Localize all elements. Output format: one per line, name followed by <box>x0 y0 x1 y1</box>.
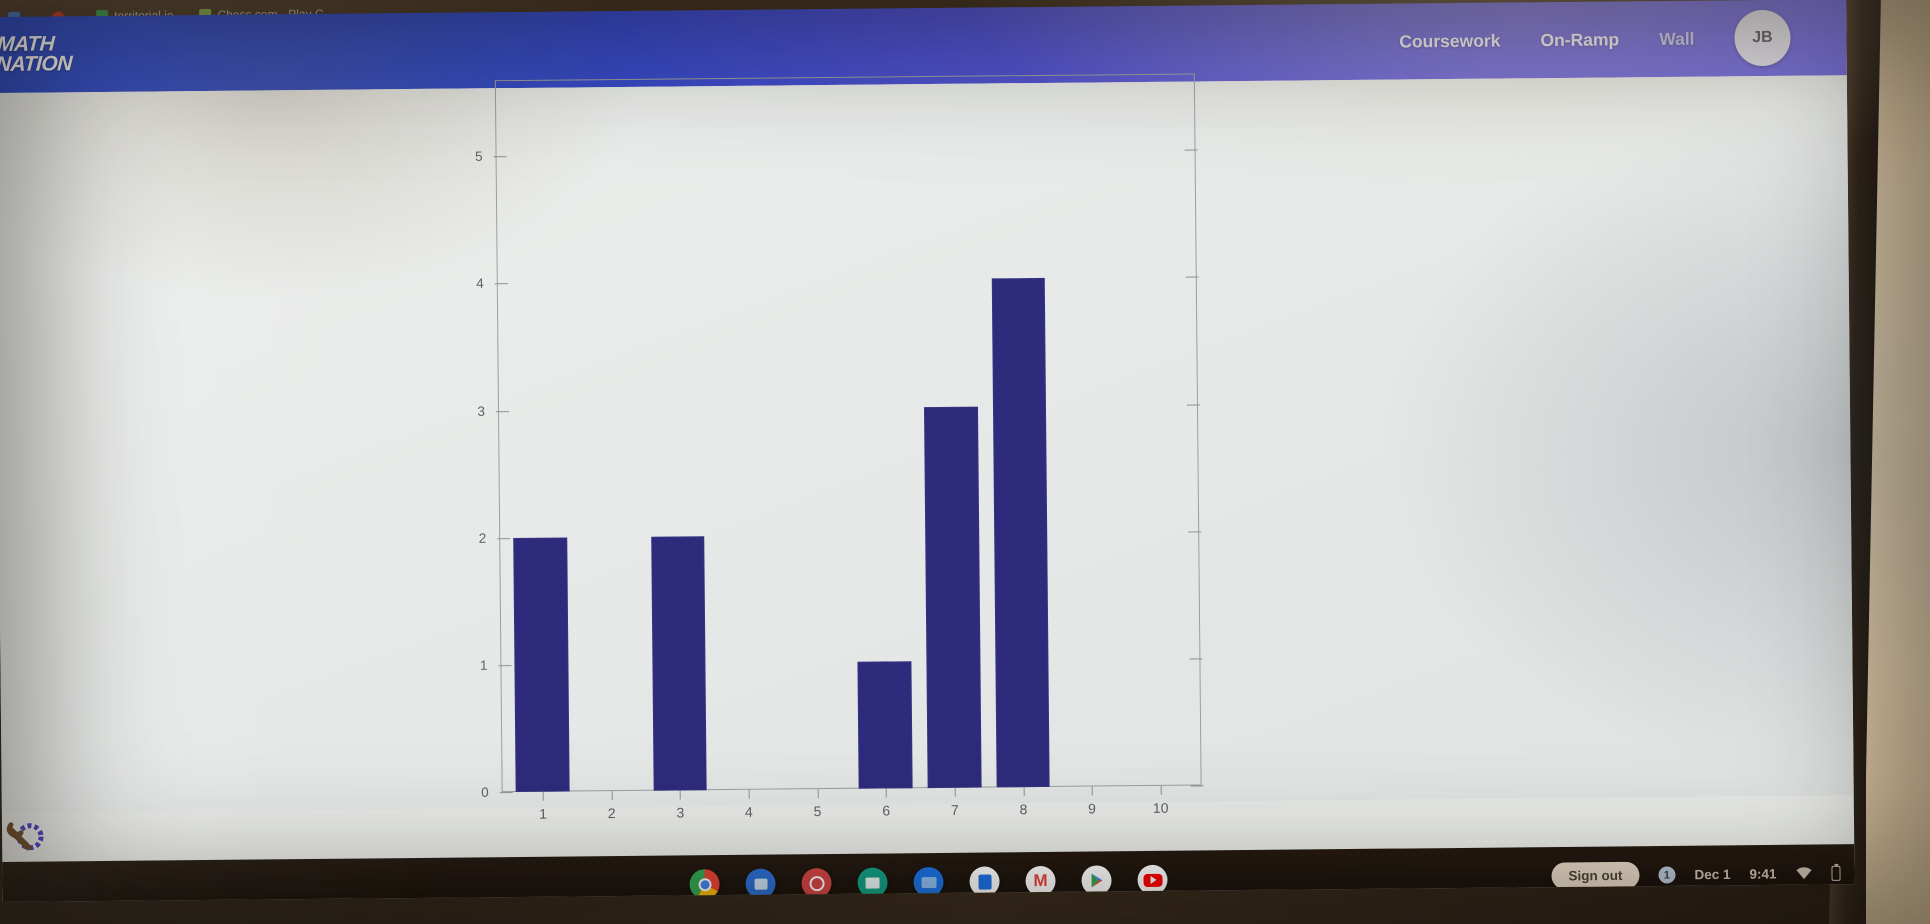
y-axis-label: 3 <box>477 403 486 419</box>
histogram-bar <box>924 406 982 789</box>
x-axis-label: 4 <box>744 803 753 820</box>
logo-line-2: NATION <box>0 52 73 76</box>
laptop-screen: territorial.io Chess.com - Play C... All… <box>0 0 1855 902</box>
x-axis-label: 5 <box>813 803 822 820</box>
x-axis-label: 2 <box>607 805 616 822</box>
youtube-icon[interactable] <box>1137 864 1168 896</box>
y-axis-tick-right <box>1189 658 1203 660</box>
shelf-date[interactable]: Dec 1 <box>1694 867 1730 882</box>
histogram-bar <box>650 535 707 791</box>
y-axis-tick-right <box>1186 404 1200 406</box>
x-axis-tick <box>1091 786 1093 796</box>
avatar[interactable]: JB <box>1734 9 1791 67</box>
x-axis-tick <box>1023 787 1025 797</box>
histogram-bar <box>513 537 570 793</box>
histogram-bar <box>857 661 913 789</box>
x-axis-label: 10 <box>1152 799 1169 816</box>
clock-icon[interactable] <box>801 868 832 899</box>
y-axis-tick-right <box>1184 149 1198 151</box>
x-axis-tick <box>748 789 750 799</box>
y-axis-tick <box>493 156 507 158</box>
y-axis-label: 5 <box>474 149 483 165</box>
y-axis-tick-right <box>1190 785 1204 787</box>
y-axis-label: 4 <box>476 276 484 292</box>
math-nation-logo[interactable]: MATH NATION <box>0 33 74 76</box>
histogram-chart: 0 1 2 3 4 5 1 2 3 4 5 6 7 8 9 10 <box>475 73 1204 822</box>
x-axis-tick <box>817 789 819 799</box>
x-axis-tick <box>885 788 888 798</box>
chrome-icon[interactable] <box>689 869 720 900</box>
x-axis-tick <box>680 790 682 800</box>
x-axis-tick <box>954 787 956 797</box>
y-axis-tick-right <box>1185 276 1199 278</box>
x-axis-tick <box>542 791 544 801</box>
y-axis-tick <box>496 410 510 412</box>
y-axis-label: 2 <box>478 530 487 546</box>
y-axis-tick <box>498 664 512 667</box>
system-tray: Sign out 1 Dec 1 9:41 <box>1551 860 1841 890</box>
drive-icon[interactable] <box>913 866 944 898</box>
y-axis-label: 0 <box>481 784 489 800</box>
battery-icon[interactable] <box>1831 865 1841 881</box>
files-icon[interactable] <box>745 868 776 899</box>
y-axis-tick <box>499 792 513 794</box>
lesson-page: 01234512345678910 Which of the following… <box>0 73 1854 851</box>
x-axis-label: 1 <box>539 805 548 822</box>
sign-out-button[interactable]: Sign out <box>1551 861 1640 890</box>
x-axis-label: 8 <box>1019 801 1028 818</box>
x-axis-tick <box>611 791 613 801</box>
shelf-time[interactable]: 9:41 <box>1749 866 1776 881</box>
x-axis-label: 3 <box>676 804 685 821</box>
notification-badge[interactable]: 1 <box>1658 866 1676 884</box>
y-axis-tick-right <box>1188 531 1202 533</box>
histogram-bar <box>991 278 1051 788</box>
y-axis-tick <box>497 537 511 539</box>
gear-wrench-icon[interactable] <box>6 815 50 859</box>
nav-item-wall[interactable]: Wall <box>1659 28 1695 49</box>
gmail-icon[interactable]: M <box>1025 865 1056 897</box>
y-axis-tick <box>494 283 508 285</box>
shelf-apps: M <box>689 864 1168 900</box>
chromeos-shelf: M Sign out 1 Dec 1 9:41 <box>2 844 1855 902</box>
x-axis-label: 7 <box>950 801 959 818</box>
play-store-icon[interactable] <box>1081 865 1112 896</box>
y-axis-label: 1 <box>479 657 488 673</box>
x-axis-tick <box>1160 785 1162 795</box>
x-axis-label: 9 <box>1088 800 1097 817</box>
bars-layer <box>495 73 1202 793</box>
nav-item-on-ramp[interactable]: On-Ramp <box>1540 29 1619 51</box>
photo-scene: territorial.io Chess.com - Play C... All… <box>0 0 1930 924</box>
nav-links: Coursework On-Ramp Wall JB <box>1399 9 1847 69</box>
docs-icon[interactable] <box>969 866 1000 897</box>
nav-item-coursework[interactable]: Coursework <box>1399 30 1500 52</box>
slides-icon[interactable] <box>857 867 888 898</box>
x-axis-label: 6 <box>882 802 891 819</box>
wifi-icon[interactable] <box>1795 867 1812 880</box>
